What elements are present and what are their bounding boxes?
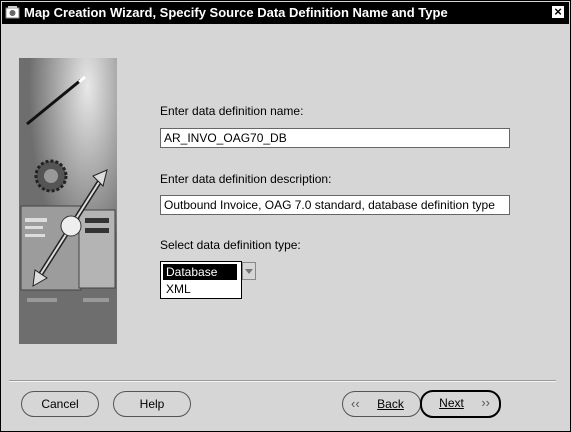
next-button-label: Next	[439, 396, 464, 410]
type-option-database[interactable]: Database	[163, 264, 237, 280]
type-label: Select data definition type:	[160, 238, 301, 252]
next-button[interactable]: Next ››	[420, 390, 501, 418]
name-field[interactable]: AR_INVO_OAG70_DB	[160, 128, 510, 148]
description-field[interactable]: Outbound Invoice, OAG 7.0 standard, data…	[160, 195, 510, 215]
close-icon[interactable]: ×	[551, 5, 565, 19]
chevron-down-icon[interactable]	[242, 262, 256, 280]
wizard-illustration	[19, 58, 117, 344]
chevron-left-double-icon: ‹‹	[351, 396, 360, 411]
type-dropdown-list[interactable]: Database XML	[160, 261, 242, 299]
back-button-label: Back	[377, 397, 404, 411]
help-button[interactable]: Help	[113, 391, 191, 417]
description-label: Enter data definition description:	[160, 172, 332, 186]
footer-separator	[9, 380, 556, 382]
back-button[interactable]: ‹‹ Back	[342, 391, 421, 417]
title-bar: Map Creation Wizard, Specify Source Data…	[2, 2, 569, 24]
name-label: Enter data definition name:	[160, 104, 304, 118]
type-option-xml[interactable]: XML	[163, 281, 237, 297]
wizard-window: Map Creation Wizard, Specify Source Data…	[0, 0, 571, 432]
window-title: Map Creation Wizard, Specify Source Data…	[24, 5, 448, 20]
app-icon	[5, 6, 20, 19]
cancel-button[interactable]: Cancel	[21, 391, 99, 417]
chevron-right-double-icon: ››	[481, 395, 490, 410]
help-button-label: Help	[139, 397, 165, 411]
cancel-button-label: Cancel	[41, 397, 79, 411]
